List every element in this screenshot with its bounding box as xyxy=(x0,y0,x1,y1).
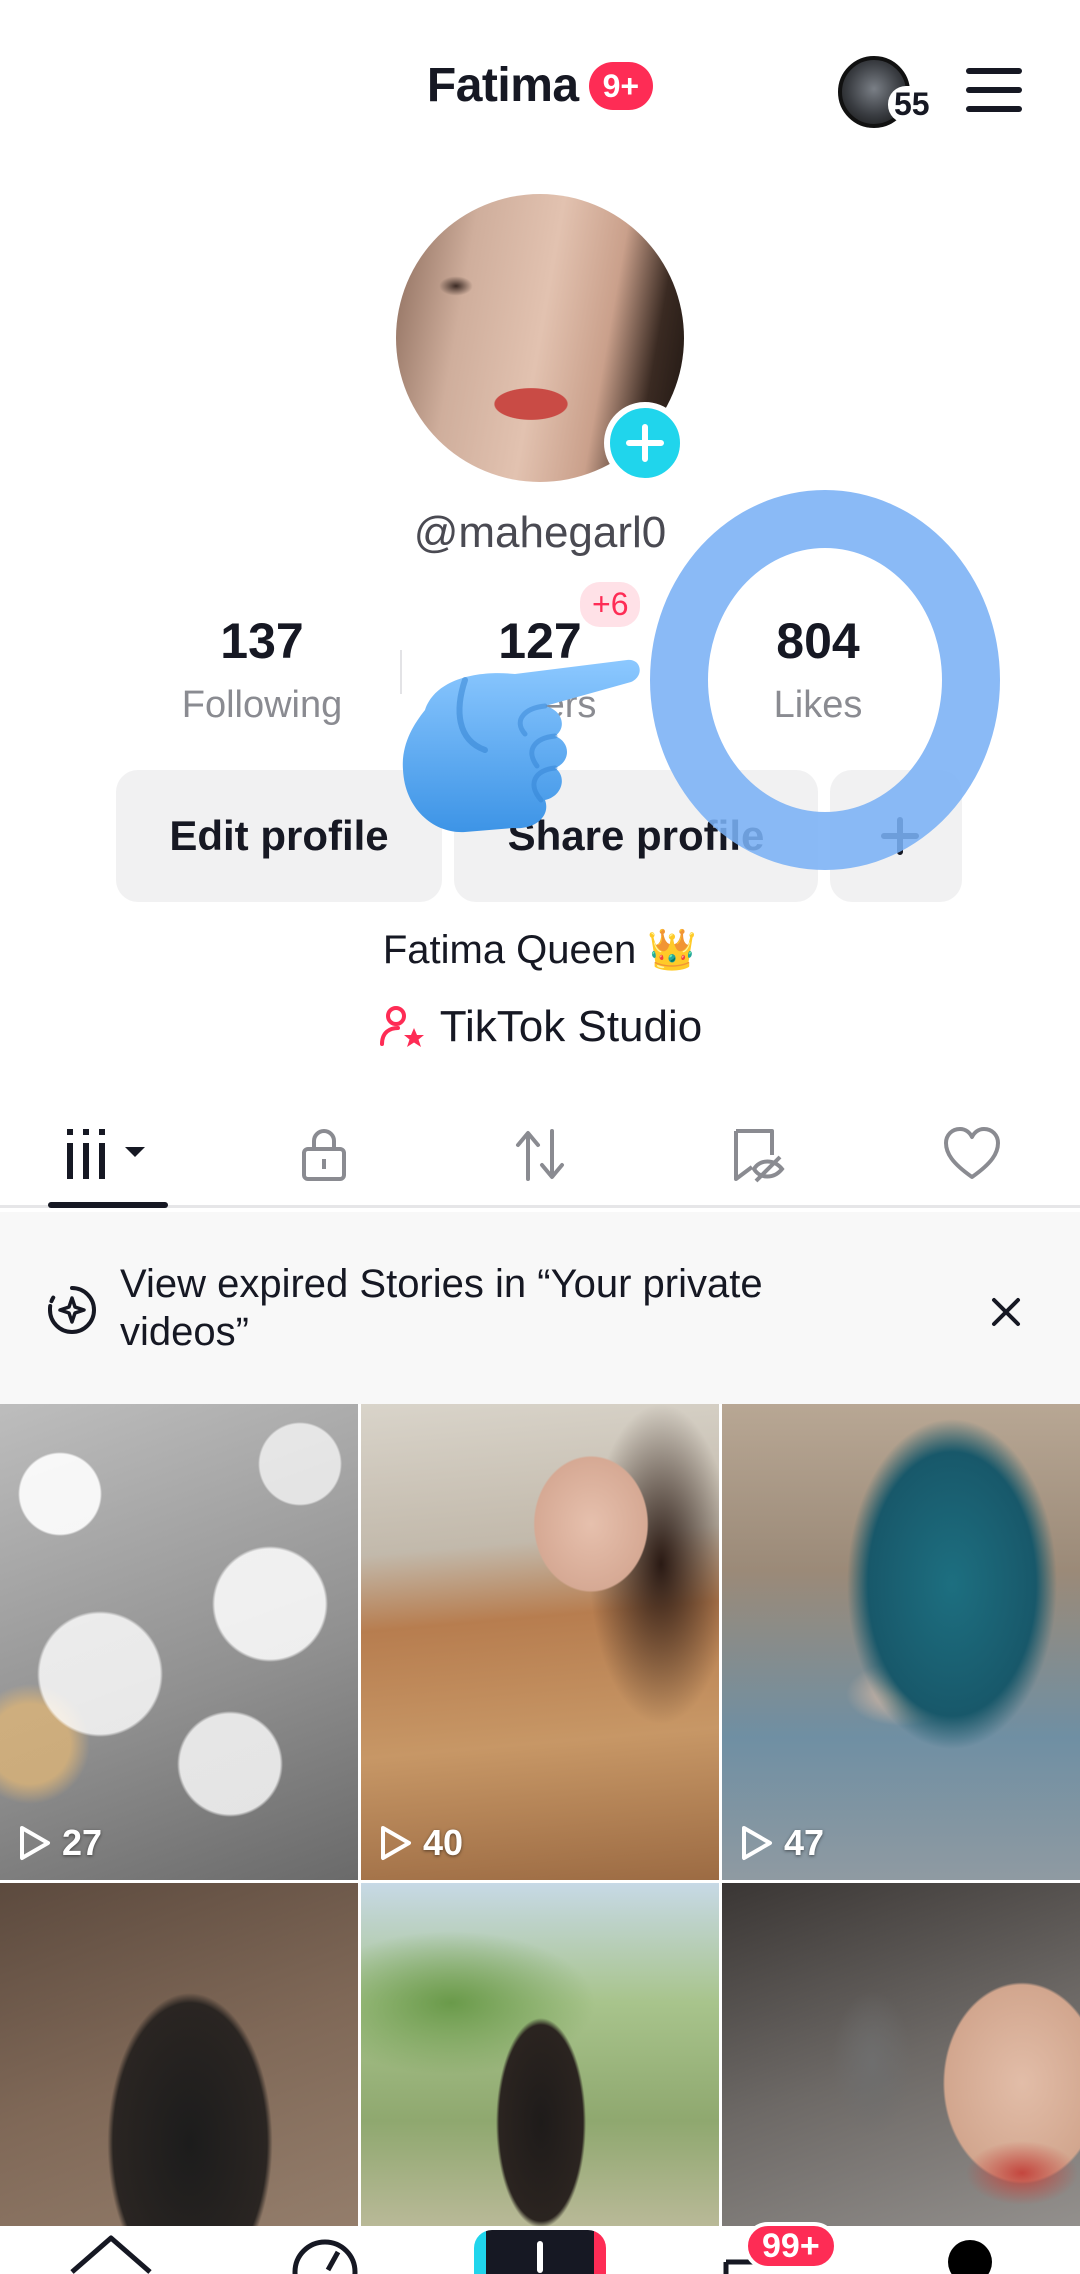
studio-person-icon xyxy=(379,1006,424,1047)
tab-reposts[interactable] xyxy=(460,1102,620,1208)
edit-profile-button[interactable]: Edit profile xyxy=(116,770,442,902)
discover-icon[interactable] xyxy=(290,2232,360,2274)
tab-active-indicator xyxy=(48,1202,168,1208)
plus-icon xyxy=(626,424,664,462)
friends-count: 55 xyxy=(888,86,936,123)
video-tile[interactable] xyxy=(0,1883,358,2274)
tab-liked[interactable] xyxy=(892,1102,1052,1208)
plus-icon xyxy=(537,2241,543,2273)
new-followers-badge: +6 xyxy=(580,582,641,627)
bio-text: Fatima Queen 👑 xyxy=(382,928,698,972)
view-count: 47 xyxy=(740,1822,824,1864)
profile-header: Fatima 9+ 55 xyxy=(0,0,1080,190)
following-count: 137 xyxy=(220,613,304,669)
bottom-nav xyxy=(0,2226,1080,2274)
heart-icon xyxy=(944,1127,1000,1179)
view-count-value: 40 xyxy=(423,1822,464,1863)
video-tile[interactable]: 27 xyxy=(0,1404,358,1880)
play-icon xyxy=(381,1826,411,1860)
following-label: Following xyxy=(181,684,343,726)
tiktok-studio-link[interactable]: TikTok Studio xyxy=(0,1002,1080,1052)
profile-name-title[interactable]: Fatima xyxy=(427,58,579,113)
video-tile[interactable]: 40 xyxy=(361,1404,719,1880)
video-tile[interactable] xyxy=(722,1883,1080,2274)
video-tile[interactable] xyxy=(361,1883,719,2274)
play-icon xyxy=(20,1826,50,1860)
pointing-hand-icon xyxy=(402,659,640,833)
stat-following[interactable]: 137 Following xyxy=(142,612,382,727)
bookmark-eye-icon xyxy=(734,1129,785,1183)
friends-button[interactable]: 55 xyxy=(838,56,948,136)
tab-favorites[interactable] xyxy=(676,1102,836,1208)
story-sparkle-icon xyxy=(48,1286,96,1334)
home-icon[interactable] xyxy=(66,2232,156,2274)
play-icon xyxy=(742,1826,772,1860)
close-icon[interactable] xyxy=(988,1294,1024,1330)
studio-label: TikTok Studio xyxy=(439,1002,703,1051)
video-tile[interactable]: 47 xyxy=(722,1404,1080,1880)
notification-badge: 9+ xyxy=(588,61,654,110)
add-avatar-button[interactable] xyxy=(604,402,686,484)
create-button[interactable] xyxy=(474,2230,606,2274)
tab-videos[interactable] xyxy=(28,1102,188,1208)
profile-nav-icon[interactable] xyxy=(948,2240,992,2274)
menu-icon[interactable] xyxy=(966,68,1026,118)
lock-icon xyxy=(302,1129,346,1181)
view-count-value: 27 xyxy=(62,1822,103,1863)
banner-text: View expired Stories in “Your private vi… xyxy=(120,1262,763,1354)
highlight-circle-overlay xyxy=(650,490,1000,870)
expired-stories-banner[interactable]: View expired Stories in “Your private vi… xyxy=(0,1212,1080,1404)
tab-private[interactable] xyxy=(244,1102,404,1208)
profile-tabs xyxy=(0,1102,1080,1208)
view-count: 40 xyxy=(379,1822,463,1864)
inbox-badge: 99+ xyxy=(744,2222,838,2270)
grid-icon xyxy=(67,1129,145,1179)
view-count: 27 xyxy=(18,1822,102,1864)
view-count-value: 47 xyxy=(784,1822,825,1863)
repost-icon xyxy=(516,1129,564,1181)
